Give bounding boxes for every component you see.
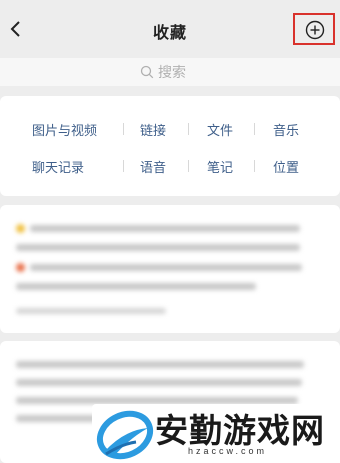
- blurred-line: [30, 264, 302, 271]
- divider: [254, 160, 255, 172]
- category-links[interactable]: 链接: [140, 120, 166, 139]
- divider: [123, 160, 124, 172]
- blurred-line: [16, 397, 298, 404]
- category-panel: 图片与视频 链接 文件 音乐 聊天记录 语音 笔记 位置: [0, 96, 340, 196]
- category-music[interactable]: 音乐: [273, 120, 299, 139]
- blurred-meta: [16, 308, 166, 314]
- category-chat-history[interactable]: 聊天记录: [32, 157, 84, 176]
- page-title: 收藏: [152, 23, 187, 42]
- blurred-line: [16, 379, 302, 386]
- category-notes[interactable]: 笔记: [207, 157, 233, 176]
- blurred-line: [16, 244, 300, 251]
- category-images-videos[interactable]: 图片与视频: [32, 120, 97, 139]
- emoji-icon: [16, 224, 25, 233]
- search-placeholder: 搜索: [158, 65, 186, 81]
- watermark-logo: 安勤游戏网 hzaccw.com: [92, 404, 340, 463]
- divider: [188, 123, 189, 135]
- watermark-url: hzaccw.com: [188, 446, 268, 456]
- search-placeholder-group: 搜索: [140, 62, 186, 82]
- category-files[interactable]: 文件: [207, 120, 233, 139]
- blurred-line: [16, 283, 256, 290]
- divider: [123, 123, 124, 135]
- site-logo-icon: [96, 410, 154, 460]
- category-voice[interactable]: 语音: [140, 157, 166, 176]
- divider: [188, 160, 189, 172]
- search-icon: [140, 65, 154, 79]
- watermark-title: 安勤游戏网: [155, 411, 325, 450]
- search-bar[interactable]: 搜索: [0, 58, 340, 86]
- category-location[interactable]: 位置: [273, 157, 299, 176]
- emoji-icon: [16, 263, 25, 272]
- favorite-item[interactable]: [0, 205, 340, 333]
- add-favorite-button[interactable]: [293, 13, 335, 45]
- plus-circle-icon: [305, 20, 325, 40]
- navigation-bar: 收藏: [0, 0, 340, 58]
- blurred-line: [16, 361, 304, 368]
- blurred-line: [30, 225, 300, 232]
- divider: [254, 123, 255, 135]
